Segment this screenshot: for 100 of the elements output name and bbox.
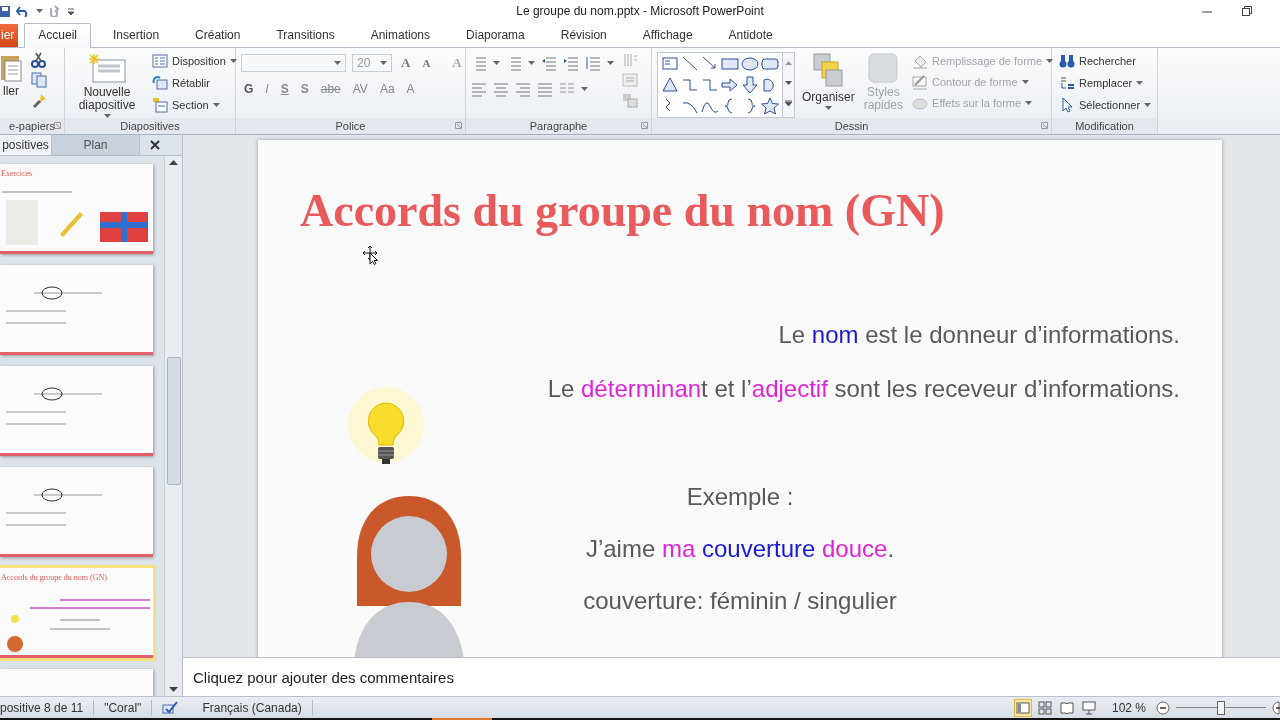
paint-bucket-icon bbox=[912, 53, 929, 69]
shape-icon[interactable] bbox=[681, 55, 699, 73]
decrease-indent-icon bbox=[541, 55, 557, 71]
group-label: Police bbox=[335, 120, 366, 132]
select-button[interactable]: Sélectionner bbox=[1057, 96, 1154, 114]
replace-icon bbox=[1059, 75, 1075, 91]
language-indicator[interactable]: Français (Canada) bbox=[192, 699, 313, 716]
group-label: e-papiers bbox=[9, 120, 55, 132]
ribbon-tab[interactable]: Animations bbox=[356, 23, 445, 47]
align-center-icon bbox=[493, 81, 509, 97]
ribbon-tab[interactable]: Révision bbox=[546, 23, 621, 47]
scissors-icon bbox=[31, 52, 47, 68]
dialog-launcher-icon[interactable] bbox=[641, 122, 648, 129]
shape-icon[interactable] bbox=[761, 55, 779, 73]
slide-counter: positive 8 de 11 bbox=[0, 699, 95, 716]
reset-button[interactable]: Rétablir bbox=[150, 74, 239, 92]
save-icon[interactable] bbox=[0, 4, 10, 18]
undo-icon[interactable] bbox=[16, 5, 30, 17]
thumbnail-title: Exercices bbox=[1, 169, 33, 178]
close-icon[interactable] bbox=[150, 140, 160, 150]
align-text-icon bbox=[622, 72, 638, 88]
reset-icon bbox=[152, 75, 168, 91]
panel-tab[interactable]: Plan bbox=[52, 135, 140, 155]
caret-icon bbox=[607, 61, 614, 65]
section-button[interactable]: Section bbox=[150, 96, 239, 114]
group-label: Diapositives bbox=[120, 120, 180, 132]
slide-sorter-icon bbox=[1037, 700, 1052, 715]
pen-outline-icon bbox=[912, 74, 929, 90]
caret-icon bbox=[212, 103, 220, 107]
ribbon-tab[interactable]: Accueil bbox=[24, 23, 92, 48]
paste-button[interactable]: ller bbox=[0, 52, 25, 98]
scroll-down-icon[interactable] bbox=[169, 687, 178, 692]
example-analysis: couverture: féminin / singulier bbox=[583, 587, 897, 615]
ribbon-tab[interactable]: Insertion bbox=[99, 23, 174, 47]
group-label: Modification bbox=[1075, 120, 1134, 132]
file-tab[interactable]: ier bbox=[0, 24, 19, 47]
more-icon[interactable] bbox=[785, 100, 792, 106]
zoom-in-icon[interactable] bbox=[1272, 700, 1280, 715]
scrollbar-thumb[interactable] bbox=[166, 357, 181, 485]
font-button[interactable]: A bbox=[398, 55, 414, 71]
reading-view-icon bbox=[1059, 700, 1074, 715]
scroll-down-icon[interactable] bbox=[785, 81, 792, 85]
view-button[interactable] bbox=[1035, 698, 1054, 717]
ribbon-tab[interactable]: Diaporama bbox=[452, 23, 539, 47]
panel-tab[interactable]: positives bbox=[0, 135, 52, 155]
layout-button[interactable]: Disposition bbox=[150, 52, 239, 70]
caret-icon bbox=[528, 61, 535, 65]
shape-icon[interactable] bbox=[661, 76, 679, 94]
zoom-level[interactable]: 102 % bbox=[1111, 700, 1146, 715]
move-cursor-icon bbox=[362, 245, 378, 265]
thumbnail-title: Accords du groupe du nom (GN) bbox=[1, 573, 107, 582]
justify-icon bbox=[537, 81, 553, 97]
binoculars-icon bbox=[1059, 53, 1075, 69]
spell-check-icon[interactable] bbox=[162, 700, 179, 715]
style-tile-icon bbox=[867, 52, 900, 84]
layout-icon bbox=[152, 53, 168, 69]
dialog-launcher-icon[interactable] bbox=[1041, 122, 1048, 129]
scroll-up-icon[interactable] bbox=[169, 160, 178, 165]
ribbon-tab[interactable]: Création bbox=[181, 23, 255, 47]
ribbon-tab[interactable]: Transitions bbox=[262, 23, 349, 47]
replace-button[interactable]: Remplacer bbox=[1057, 74, 1154, 92]
caret-icon bbox=[1144, 103, 1152, 107]
ribbon-tab[interactable]: Antidote bbox=[714, 23, 787, 47]
zoom-slider-thumb[interactable] bbox=[1217, 701, 1225, 716]
font-name-field[interactable] bbox=[241, 54, 346, 72]
brush-icon bbox=[31, 92, 47, 108]
normal-view-icon bbox=[1015, 700, 1030, 715]
customize-toolbar-icon[interactable] bbox=[67, 6, 75, 16]
slide-thumbnail[interactable]: Accords du groupe du nom (GN) bbox=[0, 568, 153, 658]
ribbon-tab[interactable]: Affichage bbox=[628, 23, 707, 47]
text-direction-icon bbox=[622, 52, 638, 68]
caret-icon bbox=[581, 87, 588, 91]
notes-field[interactable]: Cliquez pour ajouter des commentaires bbox=[183, 657, 1280, 696]
shape-icon[interactable] bbox=[741, 55, 759, 73]
dialog-launcher-icon[interactable] bbox=[54, 122, 61, 129]
caret-icon bbox=[493, 61, 500, 65]
copy-icon bbox=[31, 72, 47, 88]
stacked-squares-icon bbox=[812, 52, 845, 88]
shape-icon[interactable] bbox=[741, 76, 759, 94]
find-button[interactable]: Rechercher bbox=[1057, 52, 1154, 70]
new-slide-button[interactable]: Nouvelle diapositive bbox=[70, 52, 144, 118]
slide-sentence: Le nom est le donneur d’informations. bbox=[778, 321, 1180, 349]
slide-thumbnail[interactable]: Exercices bbox=[0, 164, 153, 254]
view-button[interactable] bbox=[1013, 698, 1032, 717]
example-heading: Exemple : bbox=[686, 483, 794, 511]
shape-icon[interactable] bbox=[761, 97, 779, 115]
line-spacing-icon bbox=[585, 55, 601, 71]
arrange-button[interactable]: Organiser bbox=[800, 52, 857, 110]
dialog-launcher-icon[interactable] bbox=[455, 122, 462, 129]
slide-title: Accords du groupe du nom (GN) bbox=[300, 184, 945, 237]
shape-icon[interactable] bbox=[721, 76, 739, 94]
zoom-out-icon[interactable] bbox=[1156, 700, 1170, 715]
font-button[interactable]: G bbox=[241, 82, 257, 96]
caret-icon bbox=[36, 9, 43, 13]
view-button[interactable] bbox=[1079, 698, 1098, 717]
font-button[interactable]: A bbox=[419, 57, 434, 69]
smartart-icon bbox=[622, 92, 638, 108]
caret-icon bbox=[334, 61, 341, 65]
restore-icon[interactable] bbox=[1242, 6, 1252, 16]
group-label: Paragraphe bbox=[529, 120, 588, 132]
